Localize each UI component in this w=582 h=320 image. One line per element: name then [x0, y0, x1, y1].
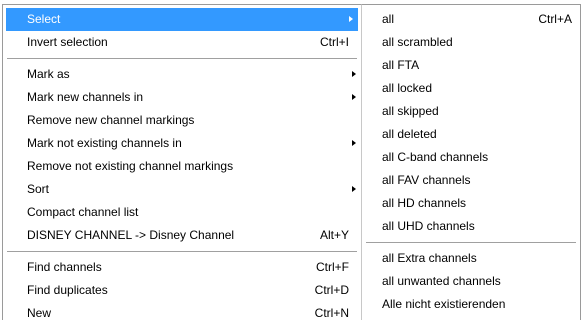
menu-separator	[7, 251, 357, 252]
submenu-arrow-icon	[349, 16, 353, 22]
select-submenu-item-all-extra-channels[interactable]: all Extra channels	[362, 247, 580, 270]
menu-item-sort[interactable]: Sort	[3, 178, 361, 201]
menu-item-remove-not-existing-channel-markings[interactable]: Remove not existing channel markings	[3, 155, 361, 178]
menu-item-select[interactable]: Select	[6, 8, 358, 31]
menu-item-label: Mark not existing channels in	[27, 136, 182, 150]
menu-item-mark-new-channels-in[interactable]: Mark new channels in	[3, 86, 361, 109]
select-submenu-item-all-locked[interactable]: all locked	[362, 77, 580, 100]
context-menu-stage: Select Invert selection Ctrl+I Mark as Mark …	[0, 0, 582, 320]
menu-item-label: all scrambled	[382, 35, 453, 49]
menu-separator	[366, 242, 576, 243]
menu-item-mark-not-existing-channels-in[interactable]: Mark not existing channels in	[3, 132, 361, 155]
menu-item-label: Remove not existing channel markings	[27, 159, 234, 173]
menu-item-label: all UHD channels	[382, 219, 475, 233]
menu-item-shortcut: Ctrl+I	[319, 35, 349, 49]
menu-item-label: all	[382, 12, 395, 26]
menu-item-label: Find channels	[27, 260, 102, 274]
menu-item-label: all FTA	[382, 58, 420, 72]
menu-item-mark-as[interactable]: Mark as	[3, 63, 361, 86]
select-submenu-item-all-hd-channels[interactable]: all HD channels	[362, 192, 580, 215]
menu-item-shortcut: Alt+Y	[319, 228, 349, 242]
submenu-arrow-icon	[352, 71, 356, 77]
menu-item-compact-channel-list[interactable]: Compact channel list	[3, 201, 361, 224]
menu-item-label: all FAV channels	[382, 173, 471, 187]
menu-item-shortcut: Ctrl+F	[316, 260, 349, 274]
menu-item-label: Mark as	[27, 67, 70, 81]
menu-item-label: Invert selection	[27, 35, 108, 49]
submenu-arrow-icon	[352, 94, 356, 100]
submenu-arrow-icon	[352, 186, 356, 192]
select-submenu-item-all-fav-channels[interactable]: all FAV channels	[362, 169, 580, 192]
menu-item-label: all locked	[382, 81, 433, 95]
select-submenu-item-all-unwanted-channels[interactable]: all unwanted channels	[362, 270, 580, 293]
menu-item-invert-selection[interactable]: Invert selection Ctrl+I	[3, 31, 361, 54]
menu-item-disney-channel-disney-channel[interactable]: DISNEY CHANNEL -> Disney Channel Alt+Y	[3, 224, 361, 247]
select-submenu-item-all-c-band-channels[interactable]: all C-band channels	[362, 146, 580, 169]
main-context-menu: Select Invert selection Ctrl+I Mark as Mark …	[2, 4, 362, 320]
submenu-arrow-icon	[352, 140, 356, 146]
select-submenu-item-all[interactable]: all Ctrl+A	[362, 8, 580, 31]
menu-item-label: all Extra channels	[382, 251, 477, 265]
menu-item-shortcut: Ctrl+A	[538, 12, 572, 26]
select-submenu-item-alle-nicht-existierenden[interactable]: Alle nicht existierenden	[362, 293, 580, 316]
menu-item-label: Mark new channels in	[27, 90, 144, 104]
menu-item-label: all C-band channels	[382, 150, 489, 164]
menu-item-label: Select	[27, 12, 61, 26]
menu-item-label: all unwanted channels	[382, 274, 501, 288]
menu-item-label: Sort	[27, 182, 50, 196]
select-submenu-item-all-fta[interactable]: all FTA	[362, 54, 580, 77]
menu-item-find-channels[interactable]: Find channels Ctrl+F	[3, 256, 361, 279]
select-submenu-item-all-uhd-channels[interactable]: all UHD channels	[362, 215, 580, 238]
menu-item-label: Find duplicates	[27, 283, 108, 297]
menu-item-label: Alle nicht existierenden	[382, 297, 506, 311]
menu-separator	[7, 58, 357, 59]
menu-item-label: DISNEY CHANNEL -> Disney Channel	[27, 228, 235, 242]
select-submenu-item-all-skipped[interactable]: all skipped	[362, 100, 580, 123]
select-submenu: all Ctrl+A all scrambled all FTA all locked a…	[361, 4, 581, 320]
menu-item-find-duplicates[interactable]: Find duplicates Ctrl+D	[3, 279, 361, 302]
menu-item-label: all skipped	[382, 104, 439, 118]
menu-item-remove-new-channel-markings[interactable]: Remove new channel markings	[3, 109, 361, 132]
menu-item-shortcut: Ctrl+N	[314, 306, 349, 320]
menu-item-label: Compact channel list	[27, 205, 139, 219]
menu-item-label: all deleted	[382, 127, 437, 141]
menu-item-shortcut: Ctrl+D	[314, 283, 349, 297]
menu-item-label: Remove new channel markings	[27, 113, 195, 127]
select-submenu-item-all-scrambled[interactable]: all scrambled	[362, 31, 580, 54]
menu-item-new[interactable]: New Ctrl+N	[3, 302, 361, 320]
select-submenu-item-all-deleted[interactable]: all deleted	[362, 123, 580, 146]
menu-item-label: all HD channels	[382, 196, 467, 210]
menu-item-label: New	[27, 306, 52, 320]
